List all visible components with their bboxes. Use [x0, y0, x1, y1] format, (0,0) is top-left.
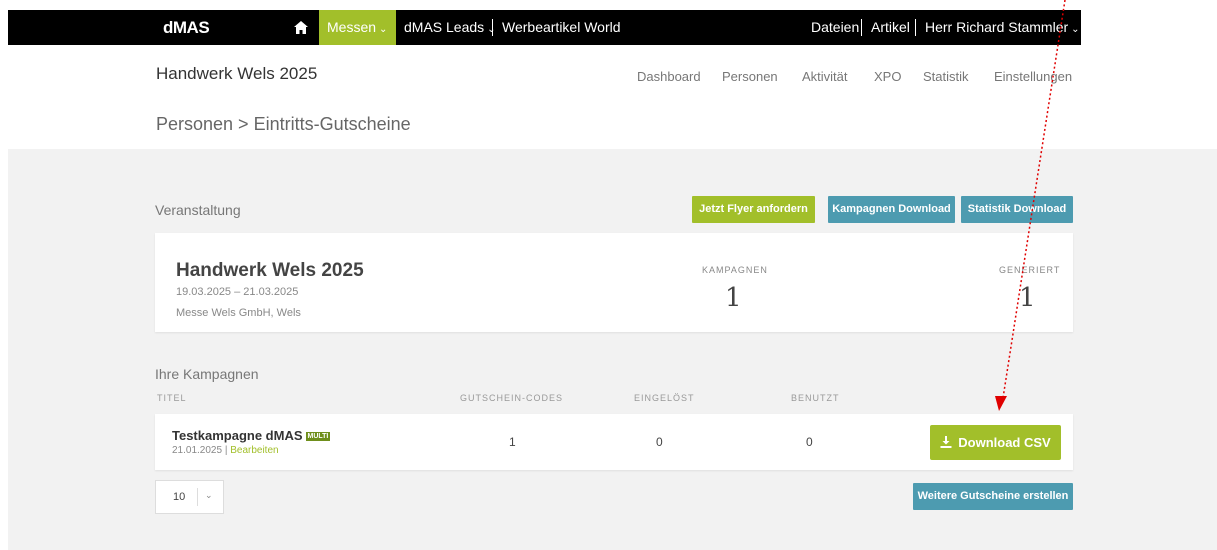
select-divider	[197, 488, 198, 506]
event-title: Handwerk Wels 2025	[156, 64, 318, 83]
chevron-down-icon: ⌄	[379, 24, 388, 35]
page-size-select[interactable]: 10 ⌄	[155, 480, 224, 514]
generiert-value: 1	[1019, 283, 1036, 313]
section-label-kampagnen: Ihre Kampagnen	[155, 366, 259, 382]
event-dates: 19.03.2025 – 21.03.2025	[176, 286, 299, 298]
breadcrumb: Personen > Eintritts-Gutscheine	[156, 114, 411, 134]
download-csv-label: Download CSV	[958, 435, 1051, 450]
nav-dateien[interactable]: Dateien	[811, 10, 859, 45]
multi-badge: MULTI	[305, 432, 331, 441]
campaigns-download-button[interactable]: Kampagnen Download	[828, 196, 955, 223]
event-location: Messe Wels GmbH, Wels	[176, 307, 301, 319]
request-flyer-button[interactable]: Jetzt Flyer anfordern	[692, 196, 815, 223]
nav-separator	[915, 19, 916, 36]
cell-benutzt: 0	[806, 435, 813, 449]
event-name: Handwerk Wels 2025	[176, 260, 364, 281]
subnav-einstellungen[interactable]: Einstellungen	[994, 69, 1072, 84]
home-icon[interactable]	[294, 21, 308, 34]
chevron-down-icon: ⌄	[205, 490, 213, 500]
campaign-meta: 21.01.2025 | Bearbeiten	[172, 445, 279, 456]
edit-link[interactable]: Bearbeiten	[230, 445, 278, 456]
nav-separator	[861, 19, 862, 36]
statistics-download-button[interactable]: Statistik Download	[961, 196, 1073, 223]
campaign-date: 21.01.2025	[172, 445, 223, 456]
nav-artikel[interactable]: Artikel	[871, 10, 910, 45]
download-csv-button[interactable]: Download CSV	[930, 425, 1061, 460]
nav-user-menu[interactable]: Herr Richard Stammler ⌄	[925, 10, 1080, 45]
column-header-benutzt: BENUTZT	[791, 393, 840, 403]
subnav-aktivitaet[interactable]: Aktivität	[802, 69, 848, 84]
download-icon	[940, 436, 952, 448]
chevron-down-icon: ⌄	[1071, 24, 1080, 35]
subnav-xpo[interactable]: XPO	[874, 69, 901, 84]
section-label-veranstaltung: Veranstaltung	[155, 202, 241, 218]
brand-logo[interactable]: dMAS	[163, 18, 210, 38]
event-card: Handwerk Wels 2025 19.03.2025 – 21.03.20…	[155, 233, 1073, 332]
create-more-vouchers-button[interactable]: Weitere Gutscheine erstellen	[913, 483, 1073, 510]
nav-werbeartikel-world[interactable]: Werbeartikel World	[502, 10, 621, 45]
subnav-dashboard[interactable]: Dashboard	[637, 69, 701, 84]
campaign-title: Testkampagne dMAS	[172, 428, 303, 443]
kampagnen-label: KAMPAGNEN	[702, 265, 768, 275]
subnav-personen[interactable]: Personen	[722, 69, 778, 84]
top-navbar: dMAS Messen⌄ dMAS Leads⌄ Werbeartikel Wo…	[8, 10, 1081, 45]
column-header-titel: TITEL	[157, 393, 187, 403]
cell-codes: 1	[509, 435, 516, 449]
nav-messen[interactable]: Messen ⌄	[319, 10, 396, 45]
column-header-codes: GUTSCHEIN-CODES	[460, 393, 564, 403]
kampagnen-value: 1	[725, 283, 742, 313]
column-header-eingeloest: EINGELÖST	[634, 393, 695, 403]
nav-separator	[492, 19, 493, 36]
table-row: Testkampagne dMAS MULTI 21.01.2025 | Bear…	[155, 414, 1073, 470]
generiert-label: GENERIERT	[999, 265, 1061, 275]
cell-eingeloest: 0	[656, 435, 663, 449]
subnav-statistik[interactable]: Statistik	[923, 69, 969, 84]
page-size-value: 10	[173, 491, 186, 503]
campaign-name: Testkampagne dMAS MULTI	[172, 428, 331, 443]
nav-dmas-leads[interactable]: dMAS Leads⌄	[404, 10, 496, 45]
